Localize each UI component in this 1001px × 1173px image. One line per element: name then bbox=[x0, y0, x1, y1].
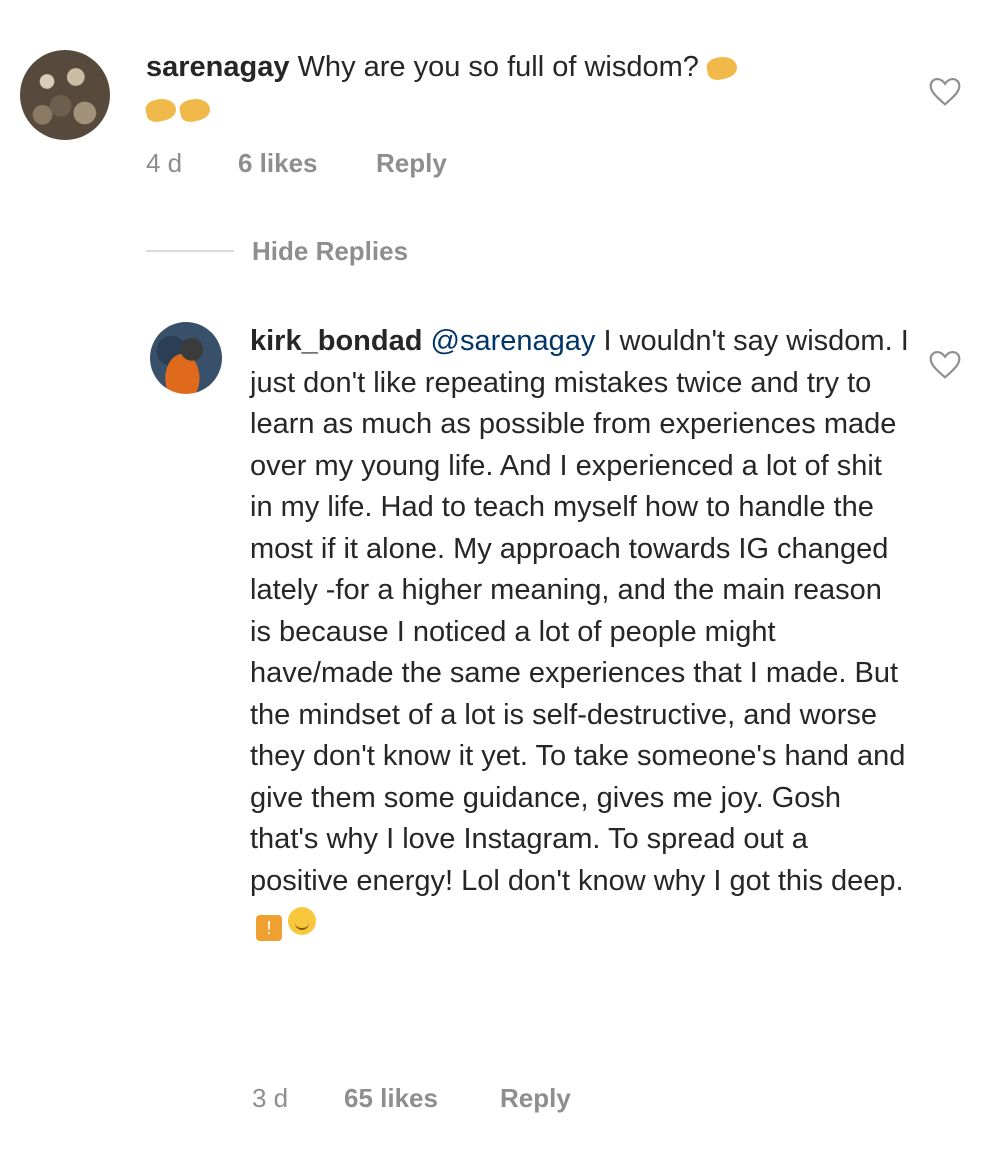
smile-emoji-icon bbox=[288, 907, 316, 935]
avatar-kirk-bondad[interactable] bbox=[150, 322, 222, 394]
comment-text: Why are you so full of wisdom? bbox=[297, 51, 699, 83]
comment-timestamp: 3 d bbox=[252, 1083, 289, 1113]
avatar-sarenagay[interactable] bbox=[20, 50, 110, 140]
like-heart-icon[interactable] bbox=[928, 77, 962, 107]
hide-replies-button[interactable]: Hide Replies bbox=[146, 234, 408, 268]
comment-likes[interactable]: 65 likes bbox=[344, 1083, 438, 1114]
sign-emoji-icon: ! bbox=[256, 915, 282, 941]
mention-link[interactable]: @sarenagay bbox=[431, 325, 596, 357]
reply-button[interactable]: Reply bbox=[376, 148, 447, 179]
pizza-emoji-icon bbox=[178, 95, 212, 124]
comment-likes[interactable]: 6 likes bbox=[238, 148, 318, 179]
like-heart-icon[interactable] bbox=[928, 350, 962, 380]
comment-body: sarenagay Why are you so full of wisdom? bbox=[144, 47, 886, 130]
comment-thread: sarenagay Why are you so full of wisdom?… bbox=[0, 0, 1001, 1173]
comment-username[interactable]: sarenagay bbox=[146, 51, 290, 83]
reply-button[interactable]: Reply bbox=[500, 1083, 571, 1114]
comment-username[interactable]: kirk_bondad bbox=[250, 325, 422, 357]
hide-replies-label: Hide Replies bbox=[252, 235, 409, 266]
reply-body: kirk_bondad @sarenagay I wouldn't say wi… bbox=[250, 321, 910, 944]
pizza-emoji-icon bbox=[704, 54, 739, 82]
comment-timestamp: 4 d bbox=[146, 148, 183, 178]
comment-text: I wouldn't say wisdom. I just don't like… bbox=[250, 325, 909, 897]
pizza-emoji-icon bbox=[144, 95, 178, 124]
divider-line bbox=[146, 250, 234, 252]
